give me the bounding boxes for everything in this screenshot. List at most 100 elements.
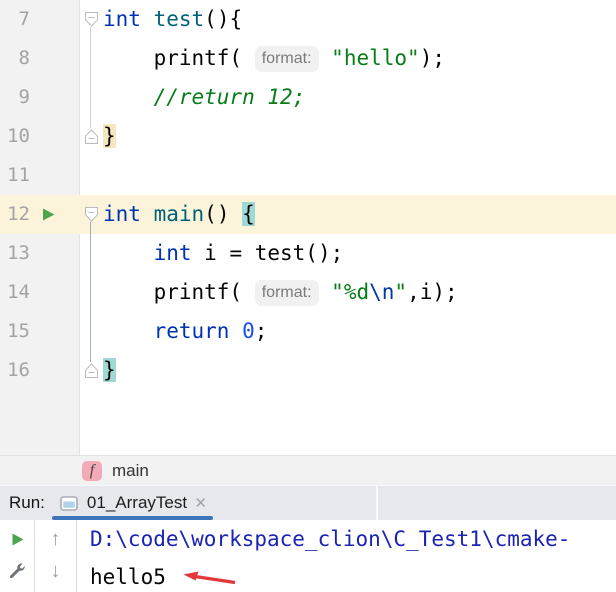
code-token <box>141 202 154 226</box>
fold-region-guide <box>90 27 91 128</box>
code-text[interactable]: } <box>103 351 616 390</box>
gutter-run-slot <box>30 312 66 351</box>
code-token: //return 12; <box>154 85 306 109</box>
code-token: () <box>204 202 242 226</box>
code-text[interactable]: printf( format: "%d\n",i); <box>103 273 616 312</box>
code-text[interactable]: return 0; <box>103 312 616 351</box>
line-number[interactable]: 7 <box>0 0 30 39</box>
gutter-gap <box>66 195 80 234</box>
code-line[interactable]: 9 //return 12; <box>0 78 616 117</box>
fold-slot <box>80 78 103 117</box>
code-token: printf( <box>103 46 255 70</box>
code-token <box>229 319 242 343</box>
fold-slot <box>80 234 103 273</box>
code-text[interactable]: //return 12; <box>103 78 616 117</box>
code-line[interactable]: 13 int i = test(); <box>0 234 616 273</box>
fold-slot <box>80 39 103 78</box>
gutter-run-slot <box>30 0 66 39</box>
edit-configuration-button[interactable] <box>7 561 27 581</box>
code-token: { <box>242 202 255 226</box>
run-toolwindow-label: Run: <box>9 493 45 513</box>
breadcrumb-item-main[interactable]: main <box>112 461 149 481</box>
fold-slot <box>80 312 103 351</box>
up-arrow-button[interactable]: ↑ <box>46 529 66 549</box>
rerun-button[interactable] <box>7 529 27 549</box>
line-number[interactable]: 14 <box>0 273 30 312</box>
function-icon: f <box>82 461 102 481</box>
console-toolbar-left <box>0 520 35 592</box>
line-number[interactable]: 13 <box>0 234 30 273</box>
gutter-gap <box>66 273 80 312</box>
fold-down-icon[interactable] <box>80 195 103 234</box>
tab-active-underline <box>52 516 213 520</box>
console-line-system: D:\code\workspace_clion\C_Test1\cmake- <box>90 520 616 558</box>
fold-up-icon[interactable] <box>80 117 103 156</box>
inlay-hint: format: <box>255 46 319 72</box>
code-token: int <box>103 7 141 31</box>
play-icon <box>10 532 25 547</box>
gutter-run-slot <box>30 156 66 195</box>
clion-window: 7int test(){8 printf( format: "hello");9… <box>0 0 616 592</box>
run-line-icon <box>41 207 56 222</box>
fold-region-guide-active <box>90 222 91 362</box>
gutter-run-slot <box>30 117 66 156</box>
gutter-gap <box>66 234 80 273</box>
run-console: ↑ ↓ D:\code\workspace_clion\C_Test1\cmak… <box>0 520 616 592</box>
code-token: return <box>154 319 230 343</box>
code-text[interactable]: printf( format: "hello"); <box>103 39 616 78</box>
code-token: ); <box>420 46 445 70</box>
code-token <box>141 7 154 31</box>
run-line-button[interactable] <box>30 195 66 234</box>
code-text[interactable]: int test(){ <box>103 0 616 39</box>
line-number[interactable]: 9 <box>0 78 30 117</box>
line-number[interactable]: 11 <box>0 156 30 195</box>
gutter-run-slot <box>30 351 66 390</box>
code-line[interactable]: 11 <box>0 156 616 195</box>
line-number[interactable]: 8 <box>0 39 30 78</box>
gutter-gap <box>66 156 80 195</box>
red-arrow-annotation <box>182 571 238 585</box>
console-text: hello5 <box>90 565 166 589</box>
fold-down-icon[interactable] <box>80 0 103 39</box>
code-token: "%d <box>331 280 369 304</box>
code-editor[interactable]: 7int test(){8 printf( format: "hello");9… <box>0 0 616 455</box>
line-number[interactable]: 16 <box>0 351 30 390</box>
line-number[interactable]: 10 <box>0 117 30 156</box>
code-text[interactable]: int main() { <box>103 195 616 234</box>
code-line[interactable]: 15 return 0; <box>0 312 616 351</box>
code-text[interactable] <box>103 156 616 195</box>
console-line-stdout: hello5 <box>90 558 616 592</box>
code-line[interactable]: 12 int main() { <box>0 195 616 234</box>
code-line[interactable]: 8 printf( format: "hello"); <box>0 39 616 78</box>
code-token: i = test(); <box>192 241 344 265</box>
code-line[interactable]: 7 int test(){ <box>0 0 616 39</box>
code-line[interactable]: 16} <box>0 351 616 390</box>
inlay-hint: format: <box>255 280 319 306</box>
gutter-run-slot <box>30 39 66 78</box>
code-line[interactable]: 10} <box>0 117 616 156</box>
tab-run-config[interactable]: 01_ArrayTest × <box>52 486 213 520</box>
fold-up-icon[interactable] <box>80 351 103 390</box>
code-token <box>319 46 332 70</box>
gutter-gap <box>66 312 80 351</box>
code-line[interactable]: 14 printf( format: "%d\n",i); <box>0 273 616 312</box>
code-text[interactable]: } <box>103 117 616 156</box>
down-arrow-icon: ↓ <box>51 561 61 581</box>
code-token: ; <box>255 319 268 343</box>
code-token: main <box>154 202 205 226</box>
code-token: int <box>103 202 141 226</box>
code-text[interactable]: int i = test(); <box>103 234 616 273</box>
tab-title: 01_ArrayTest <box>87 493 187 513</box>
code-token: int <box>154 241 192 265</box>
tab-close-icon[interactable]: × <box>195 494 206 513</box>
fold-slot <box>80 273 103 312</box>
code-token: " <box>394 280 407 304</box>
code-token <box>319 280 332 304</box>
line-number[interactable]: 15 <box>0 312 30 351</box>
code-token <box>103 319 154 343</box>
run-toolwindow-header: Run: 01_ArrayTest × <box>0 485 616 520</box>
line-number[interactable]: 12 <box>0 195 30 234</box>
up-arrow-icon: ↑ <box>51 529 61 549</box>
down-arrow-button[interactable]: ↓ <box>46 561 66 581</box>
code-token: 0 <box>242 319 255 343</box>
